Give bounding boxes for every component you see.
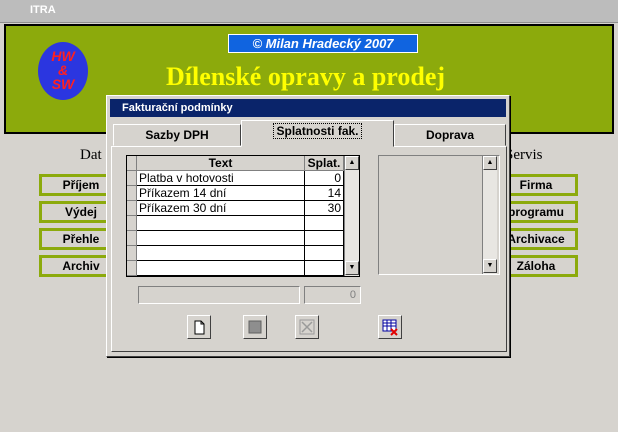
row-selector[interactable] — [127, 201, 137, 216]
row-selector[interactable] — [127, 171, 137, 186]
cell-splat[interactable] — [305, 231, 344, 246]
cell-splat[interactable] — [305, 246, 344, 261]
cell-splat[interactable] — [305, 261, 344, 276]
tab-doprava[interactable]: Doprava — [394, 124, 506, 146]
text-field[interactable] — [138, 286, 300, 304]
memo-panel[interactable]: ▲ ▼ — [378, 155, 500, 275]
grid-scrollbar[interactable]: ▲ ▼ — [344, 156, 359, 276]
dialog-title: Fakturační podmínky — [110, 99, 506, 117]
scroll-up-arrow-icon[interactable]: ▲ — [483, 156, 497, 170]
row-selector[interactable] — [127, 231, 137, 246]
window-title: ITRA — [30, 4, 56, 16]
new-record-icon — [194, 320, 205, 335]
cell-splat[interactable]: 0 — [305, 171, 344, 186]
grid-corner — [127, 156, 137, 171]
days-field[interactable]: 0 — [304, 286, 361, 304]
column-header-text[interactable]: Text — [137, 156, 305, 171]
save-button[interactable] — [243, 315, 267, 339]
tab-strip: Sazby DPH Splatnosti fak. Doprava — [111, 120, 507, 147]
app-title: Dílenské opravy a prodej — [166, 62, 446, 91]
cell-splat[interactable] — [305, 216, 344, 231]
tab-splatnosti[interactable]: Splatnosti fak. — [241, 120, 394, 147]
delete-icon — [299, 319, 315, 335]
scroll-down-arrow-icon[interactable]: ▼ — [345, 261, 359, 275]
section-right-label: Servis — [505, 147, 543, 163]
tab-pane: Text Splat. Platba v hotovosti 0 Příkazem … — [111, 146, 507, 352]
row-selector[interactable] — [127, 186, 137, 201]
copyright-label: © Milan Hradecký 2007 — [228, 34, 418, 53]
cell-text[interactable] — [137, 246, 305, 261]
tab-label: Splatnosti fak. — [273, 123, 362, 139]
column-header-splat[interactable]: Splat. — [305, 156, 344, 171]
row-selector[interactable] — [127, 246, 137, 261]
grid-close-icon — [382, 319, 398, 336]
cell-text[interactable] — [137, 261, 305, 276]
hw-sw-logo: HW & SW — [38, 42, 88, 100]
cell-text[interactable] — [137, 216, 305, 231]
memo-scrollbar[interactable]: ▲ ▼ — [482, 156, 497, 274]
tab-label: Doprava — [425, 128, 475, 142]
window-titlebar: ITRA — [0, 0, 618, 23]
payment-terms-grid[interactable]: Text Splat. Platba v hotovosti 0 Příkazem … — [126, 155, 360, 277]
tab-sazby-dph[interactable]: Sazby DPH — [113, 124, 241, 146]
invoice-terms-dialog: Fakturační podmínky Sazby DPH Splatnosti… — [106, 95, 510, 357]
scroll-down-arrow-icon[interactable]: ▼ — [483, 259, 497, 273]
cell-splat[interactable]: 30 — [305, 201, 344, 216]
new-record-button[interactable] — [187, 315, 211, 339]
row-selector[interactable] — [127, 261, 137, 276]
save-icon — [248, 320, 262, 334]
tab-label: Sazby DPH — [145, 128, 209, 142]
cell-text[interactable]: Příkazem 14 dní — [137, 186, 305, 201]
cell-text[interactable]: Platba v hotovosti — [137, 171, 305, 186]
row-selector[interactable] — [127, 216, 137, 231]
scroll-up-arrow-icon[interactable]: ▲ — [345, 156, 359, 170]
delete-button[interactable] — [295, 315, 319, 339]
logo-text-sw: SW — [51, 76, 75, 92]
section-left-label: Dat — [80, 147, 102, 163]
cell-splat[interactable]: 14 — [305, 186, 344, 201]
cell-text[interactable]: Příkazem 30 dní — [137, 201, 305, 216]
cell-text[interactable] — [137, 231, 305, 246]
close-grid-button[interactable] — [378, 315, 402, 339]
